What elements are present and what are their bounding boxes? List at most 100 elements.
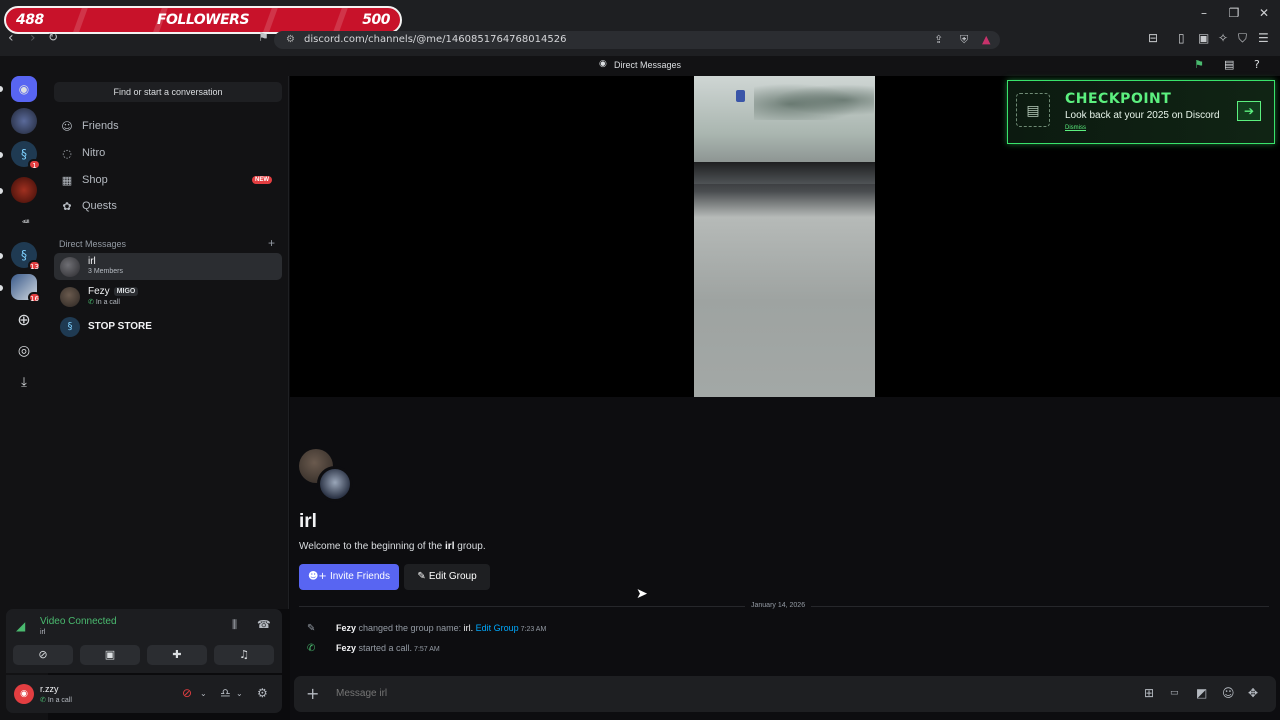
help-icon[interactable]: ? — [1254, 58, 1260, 71]
dm-name: Fezy — [88, 286, 110, 297]
dm-item-stop-store[interactable]: § STOP STORE — [54, 313, 282, 340]
create-dm-icon[interactable]: + — [268, 236, 275, 250]
server-2-icon[interactable] — [11, 108, 37, 134]
minimize-icon[interactable]: – — [1192, 6, 1216, 20]
sidebar-icon[interactable]: ▯ — [1178, 31, 1185, 45]
inbox-icon[interactable]: ▤ — [1224, 58, 1234, 71]
system-message: Fezy started a call. 7:57 AM — [336, 643, 440, 653]
server-7-icon[interactable]: 16 — [11, 274, 41, 303]
dm-item-irl[interactable]: irl 3 Members — [54, 253, 282, 280]
close-window-icon[interactable]: ✕ — [1252, 6, 1276, 20]
server-7-badge: 16 — [28, 292, 41, 303]
quests-icon: ✿ — [62, 199, 72, 213]
server-3-icon[interactable]: § 1 — [11, 141, 41, 170]
dm-subtitle: 3 Members — [88, 268, 124, 275]
noise-suppression-icon[interactable]: ⫼ — [232, 618, 237, 632]
screen-share-button[interactable]: ▣ — [80, 645, 140, 665]
add-server-icon[interactable]: ⊕ — [11, 306, 37, 332]
share-icon[interactable]: ⇪ — [934, 31, 943, 49]
emoji-icon[interactable]: ☺ — [1222, 686, 1235, 700]
voice-channel[interactable]: irl — [40, 629, 45, 636]
signal-icon[interactable]: ◢ — [16, 619, 25, 633]
gear-icon[interactable]: ⚙ — [257, 686, 268, 700]
server-4-icon[interactable] — [11, 177, 37, 203]
system-message: Fezy changed the group name: irl. Edit G… — [336, 623, 546, 633]
bookmark-icon[interactable]: ⚑ — [258, 30, 269, 44]
url-bar[interactable]: ⚙ discord.com/channels/@me/1460851764768… — [274, 31, 1000, 49]
sidebar-item-label: Friends — [82, 120, 119, 132]
voice-status[interactable]: Video Connected — [40, 616, 117, 627]
user-avatar — [60, 287, 80, 307]
rewards-icon[interactable]: ▲ — [982, 31, 990, 49]
download-icon[interactable]: ⤓ — [11, 369, 37, 395]
edit-group-link[interactable]: Edit Group — [473, 623, 519, 633]
find-conversation-button[interactable]: Find or start a conversation — [54, 82, 282, 102]
followers-current: 488 — [16, 12, 44, 28]
arrow-right-icon[interactable]: ➔ — [1237, 101, 1261, 121]
sidebar-item-quests[interactable]: ✿ Quests — [54, 195, 282, 217]
dm-item-fezy[interactable]: Fezy MIGO ✆ In a call — [54, 283, 282, 310]
server-6-icon[interactable]: § 13 — [11, 242, 41, 271]
gif-icon[interactable]: ▭ — [1170, 688, 1179, 698]
back-icon[interactable]: ‹ — [8, 30, 14, 46]
user-avatar[interactable]: ◉ — [14, 684, 34, 704]
leo-icon[interactable]: ✧ — [1218, 31, 1228, 45]
edit-group-button[interactable]: ✎ Edit Group — [404, 564, 490, 590]
attach-plus-icon[interactable]: + — [306, 684, 319, 703]
group-avatar-secondary — [317, 466, 353, 502]
followers-label: FOLLOWERS — [156, 12, 250, 28]
vpn-icon[interactable]: ⛉ — [1238, 31, 1247, 46]
dismiss-link[interactable]: Dismiss — [1065, 125, 1086, 131]
chevron-down-icon[interactable]: ⌄ — [236, 689, 243, 698]
message-input[interactable] — [336, 688, 1036, 699]
home-server-icon[interactable]: ◉ — [11, 76, 37, 102]
flag-icon[interactable]: ⚑ — [1194, 58, 1204, 71]
chevron-down-icon[interactable]: ⌄ — [200, 689, 207, 698]
checkpoint-title: CHECKPOINT — [1065, 91, 1172, 107]
discord-title-bar: ◉ Direct Messages ⚑ ▤ ? — [0, 56, 1280, 76]
video-feed[interactable] — [694, 76, 875, 397]
wallet-icon[interactable]: ▣ — [1198, 31, 1209, 45]
group-avatar — [60, 257, 80, 277]
dm-subtitle: ✆ In a call — [88, 298, 120, 306]
maximize-icon[interactable]: ❐ — [1222, 6, 1246, 20]
user-name[interactable]: r.zzy — [40, 684, 59, 694]
menu-icon[interactable]: ☰ — [1258, 31, 1269, 45]
sidebar-item-label: Nitro — [82, 147, 106, 159]
mic-muted-icon[interactable]: ⊘ — [182, 686, 192, 700]
message-author[interactable]: Fezy — [336, 643, 356, 653]
activities-button[interactable]: ✚ — [147, 645, 207, 665]
site-info-icon[interactable]: ⚙ — [286, 31, 295, 49]
nitro-icon: ◌ — [62, 146, 72, 160]
soundboard-button[interactable]: ♫ — [214, 645, 274, 665]
sidebar-item-nitro[interactable]: ◌ Nitro — [54, 142, 282, 164]
shield-icon[interactable]: ⛨ — [960, 31, 968, 49]
dm-name: irl — [88, 256, 96, 267]
camera-off-button[interactable]: ⊘ — [13, 645, 73, 665]
headphones-icon[interactable]: ♎ — [220, 686, 231, 700]
forward-icon[interactable]: › — [30, 30, 36, 46]
followers-goal: 500 — [362, 12, 390, 28]
tab-search-icon[interactable]: ⊟ — [1148, 31, 1158, 45]
server-5-icon[interactable]: ﷲ — [11, 208, 37, 234]
pencil-icon: ✎ — [417, 571, 429, 582]
gift-icon[interactable]: ⊞ — [1144, 686, 1154, 700]
invite-friends-button[interactable]: ☻+ Invite Friends — [299, 564, 399, 590]
page-title: Direct Messages — [614, 60, 682, 70]
reload-icon[interactable]: ↻ — [48, 30, 58, 44]
disconnect-icon[interactable]: ☎ — [257, 618, 271, 631]
checkpoint-banner[interactable]: ▤ CHECKPOINT Look back at your 2025 on D… — [1007, 80, 1275, 144]
sticker-icon[interactable]: ◩ — [1196, 686, 1207, 700]
date-divider-label: January 14, 2026 — [745, 602, 812, 609]
sidebar-item-shop[interactable]: ▦ Shop NEW — [54, 169, 282, 191]
server-3-badge: 1 — [28, 159, 41, 170]
message-author[interactable]: Fezy — [336, 623, 356, 633]
dm-section-header: Direct Messages — [59, 239, 127, 249]
message-value: irl. — [463, 623, 474, 633]
welcome-prefix: Welcome to the beginning of the — [299, 541, 446, 552]
group-title: irl — [299, 511, 317, 532]
apps-icon[interactable]: ✥ — [1248, 686, 1258, 700]
discover-icon[interactable]: ◎ — [11, 338, 37, 364]
mouse-cursor-icon: ➤ — [636, 586, 648, 602]
sidebar-item-friends[interactable]: ☺ Friends — [54, 115, 282, 137]
